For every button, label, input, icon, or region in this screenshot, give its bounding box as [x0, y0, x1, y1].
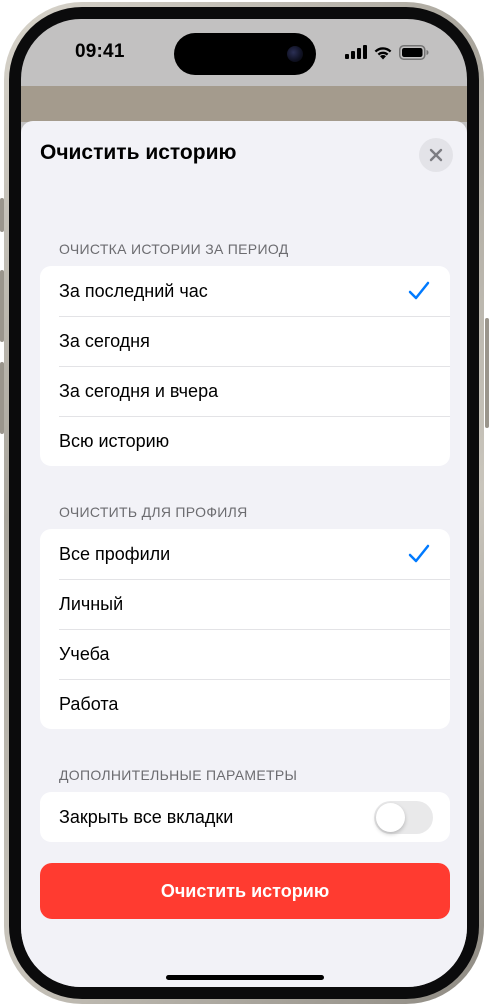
- close-button[interactable]: [419, 138, 453, 172]
- status-icons: [345, 44, 429, 60]
- screen: 09:41 Очистить историю ОЧИСТКА ИСТОРИИ З…: [21, 19, 467, 987]
- profile-options-list: Все профили Личный Учеба Работа: [40, 529, 450, 729]
- extra-section-header: ДОПОЛНИТЕЛЬНЫЕ ПАРАМЕТРЫ: [59, 767, 298, 783]
- option-label: Учеба: [59, 643, 110, 664]
- dynamic-island: [174, 33, 316, 75]
- option-label: За последний час: [59, 280, 208, 301]
- option-label: За сегодня: [59, 330, 150, 351]
- toggle-knob: [376, 803, 405, 832]
- extra-options-list: Закрыть все вкладки: [40, 792, 450, 842]
- power-button: [485, 318, 489, 428]
- close-all-tabs-label: Закрыть все вкладки: [59, 806, 234, 827]
- period-section-header: ОЧИСТКА ИСТОРИИ ЗА ПЕРИОД: [59, 241, 289, 257]
- status-bar: 09:41: [21, 19, 467, 85]
- period-options-list: За последний час За сегодня За сегодня и…: [40, 266, 450, 466]
- sheet-title: Очистить историю: [40, 141, 237, 164]
- period-option-all-history[interactable]: Всю историю: [40, 416, 450, 466]
- option-label: Работа: [59, 693, 119, 714]
- checkmark-icon: [408, 281, 430, 300]
- close-all-tabs-row: Закрыть все вкладки: [40, 792, 450, 842]
- option-label: Все профили: [59, 543, 171, 564]
- profile-option-study[interactable]: Учеба: [40, 629, 450, 679]
- checkmark-icon: [408, 544, 430, 563]
- close-all-tabs-toggle[interactable]: [374, 801, 433, 834]
- xmark-icon: [429, 148, 443, 162]
- cellular-signal-icon: [345, 45, 367, 59]
- period-option-last-hour[interactable]: За последний час: [40, 266, 450, 316]
- front-camera: [287, 46, 303, 62]
- wifi-icon: [374, 46, 392, 59]
- battery-icon: [399, 44, 429, 60]
- option-label: Личный: [59, 593, 124, 614]
- period-option-today[interactable]: За сегодня: [40, 316, 450, 366]
- status-time: 09:41: [75, 41, 125, 62]
- period-option-today-and-yesterday[interactable]: За сегодня и вчера: [40, 366, 450, 416]
- profile-option-personal[interactable]: Личный: [40, 579, 450, 629]
- clear-history-button[interactable]: Очистить историю: [40, 863, 450, 919]
- clear-history-sheet: Очистить историю ОЧИСТКА ИСТОРИИ ЗА ПЕРИ…: [21, 121, 467, 987]
- option-label: Всю историю: [59, 430, 170, 451]
- profile-option-work[interactable]: Работа: [40, 679, 450, 729]
- home-indicator: [166, 975, 324, 980]
- profile-option-all-profiles[interactable]: Все профили: [40, 529, 450, 579]
- background-content: [21, 86, 467, 122]
- option-label: За сегодня и вчера: [59, 380, 219, 401]
- profile-section-header: ОЧИСТИТЬ ДЛЯ ПРОФИЛЯ: [59, 504, 248, 520]
